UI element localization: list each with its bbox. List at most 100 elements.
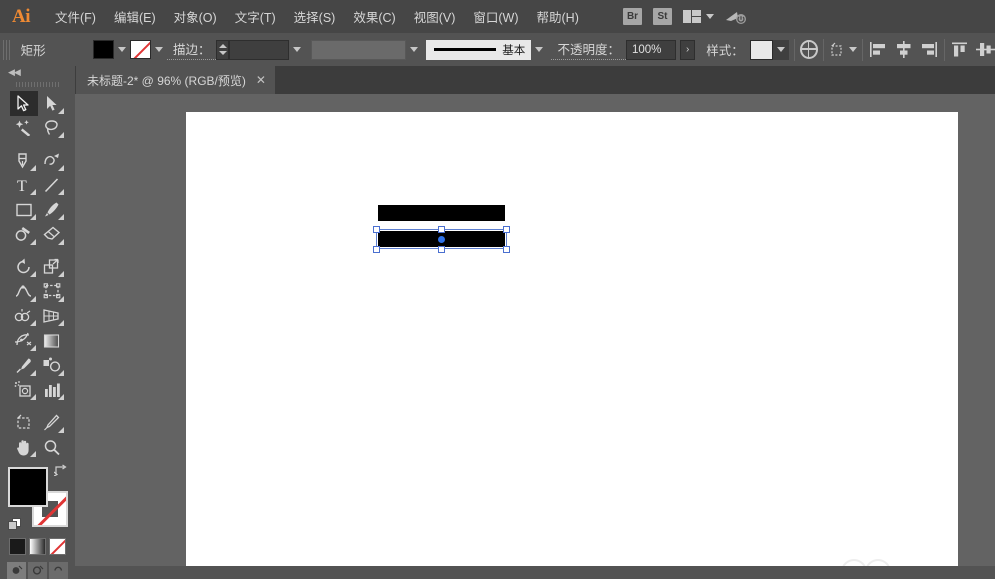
scale-tool[interactable] (38, 255, 66, 280)
rotate-tool[interactable] (10, 255, 38, 280)
tool-flyout-indicator (30, 214, 36, 220)
default-fill-stroke-icon[interactable] (8, 518, 22, 531)
blend-tool[interactable] (38, 353, 66, 378)
symbol-sprayer-tool[interactable] (10, 378, 38, 403)
canvas-area[interactable] (75, 94, 995, 566)
transform-icon[interactable] (829, 42, 847, 58)
stroke-weight-stepper[interactable] (216, 40, 228, 60)
color-mode-buttons (0, 538, 75, 555)
artboard-tool[interactable] (10, 410, 38, 435)
rectangle-tool[interactable] (10, 197, 38, 222)
lasso-tool[interactable] (38, 116, 66, 141)
menu-effect[interactable]: 效果(C) (344, 2, 404, 31)
opacity-input[interactable]: 100% (626, 40, 676, 60)
pen-tool[interactable] (10, 148, 38, 173)
arrange-grid-icon (683, 10, 702, 24)
control-bar-separator (794, 39, 795, 61)
draw-normal-button[interactable] (7, 562, 26, 579)
menu-file[interactable]: 文件(F) (46, 2, 105, 31)
align-left-icon[interactable] (868, 41, 887, 58)
stroke-swatch-dropdown[interactable] (151, 40, 167, 60)
stroke-weight-input[interactable] (229, 40, 289, 60)
tool-flyout-indicator (58, 296, 64, 302)
eyedropper-tool[interactable] (10, 353, 38, 378)
opacity-expand-button[interactable]: › (680, 40, 695, 60)
align-center-horizontal-icon[interactable] (894, 41, 913, 58)
fill-swatch-dropdown[interactable] (114, 40, 130, 60)
arrange-documents-icon[interactable] (683, 10, 714, 24)
direct-selection-tool[interactable] (38, 91, 66, 116)
rectangle-selected[interactable] (378, 231, 505, 247)
menu-object[interactable]: 对象(O) (165, 2, 226, 31)
graphic-style-dropdown[interactable] (773, 40, 789, 60)
hand-tool[interactable] (10, 435, 38, 460)
artboard[interactable] (186, 112, 958, 566)
brush-definition-selector[interactable]: 基本 (426, 40, 531, 60)
illustrator-window: Ai 文件(F) 编辑(E) 对象(O) 文字(T) 选择(S) 效果(C) 视… (0, 0, 995, 566)
curvature-tool[interactable] (38, 148, 66, 173)
selection-tool[interactable] (10, 91, 38, 116)
none-mode-button[interactable] (49, 538, 66, 555)
tools-panel-header: ◀◀ (0, 66, 75, 78)
align-right-icon[interactable] (920, 41, 939, 58)
handle-bottom-center[interactable] (438, 246, 445, 253)
handle-bottom-right[interactable] (503, 246, 510, 253)
free-transform-tool[interactable] (38, 279, 66, 304)
swap-fill-stroke-icon[interactable] (54, 464, 68, 476)
column-graph-tool[interactable] (38, 378, 66, 403)
perspective-grid-tool[interactable] (38, 304, 66, 329)
fill-color-indicator[interactable] (8, 467, 48, 507)
stock-icon[interactable]: St (653, 8, 672, 25)
menu-view[interactable]: 视图(V) (405, 2, 465, 31)
recolor-artwork-icon[interactable] (800, 40, 818, 59)
width-tool[interactable] (10, 279, 38, 304)
tool-flyout-indicator (58, 214, 64, 220)
collapse-panel-icon[interactable]: ◀◀ (8, 67, 20, 78)
stroke-weight-dropdown[interactable] (289, 40, 305, 60)
stroke-color-swatch[interactable] (130, 40, 151, 59)
type-tool[interactable]: T (10, 173, 38, 198)
gradient-mode-button[interactable] (29, 538, 46, 555)
document-tab[interactable]: 未标题-2* @ 96% (RGB/预览) ✕ (75, 66, 275, 94)
line-segment-tool[interactable] (38, 173, 66, 198)
bridge-icon[interactable]: Br (623, 8, 642, 25)
menu-window[interactable]: 窗口(W) (464, 2, 527, 31)
tool-flyout-indicator (58, 132, 64, 138)
menu-type[interactable]: 文字(T) (226, 2, 285, 31)
close-icon[interactable]: ✕ (256, 74, 266, 86)
tool-flyout-indicator (30, 189, 36, 195)
color-mode-button[interactable] (9, 538, 26, 555)
align-center-vertical-icon[interactable] (976, 41, 995, 58)
zoom-tool[interactable] (38, 435, 66, 460)
stroke-profile-input[interactable] (311, 40, 407, 60)
menu-bar-tools: Br St (623, 8, 995, 25)
menu-select[interactable]: 选择(S) (285, 2, 345, 31)
gradient-tool[interactable] (38, 328, 66, 353)
slice-tool[interactable] (38, 410, 66, 435)
control-bar-separator-3 (862, 39, 863, 61)
menu-edit[interactable]: 编辑(E) (105, 2, 165, 31)
eraser-tool[interactable] (38, 222, 66, 247)
tools-panel-grip[interactable] (16, 82, 60, 87)
graphic-style-swatch[interactable] (750, 40, 773, 60)
chevron-down-icon (706, 14, 714, 19)
menu-help[interactable]: 帮助(H) (528, 2, 588, 31)
handle-bottom-left[interactable] (373, 246, 380, 253)
transform-dropdown-chevron[interactable] (849, 47, 857, 52)
align-top-icon[interactable] (950, 41, 969, 58)
draw-behind-button[interactable] (28, 562, 47, 579)
stroke-profile-dropdown[interactable] (406, 40, 422, 60)
magic-wand-tool[interactable] (10, 116, 38, 141)
mesh-tool[interactable] (10, 328, 38, 353)
paintbrush-tool[interactable] (38, 197, 66, 222)
control-bar-grip[interactable] (3, 40, 11, 60)
fill-color-swatch[interactable] (93, 40, 114, 59)
rectangle-top[interactable] (378, 205, 505, 221)
shape-builder-tool[interactable] (10, 304, 38, 329)
creative-cloud-sync-icon[interactable] (725, 9, 747, 25)
artboard-watermark (836, 538, 896, 566)
brush-name: 基本 (502, 42, 525, 58)
draw-inside-button[interactable] (49, 562, 68, 579)
shaper-tool[interactable] (10, 222, 38, 247)
brush-dropdown[interactable] (531, 40, 547, 60)
